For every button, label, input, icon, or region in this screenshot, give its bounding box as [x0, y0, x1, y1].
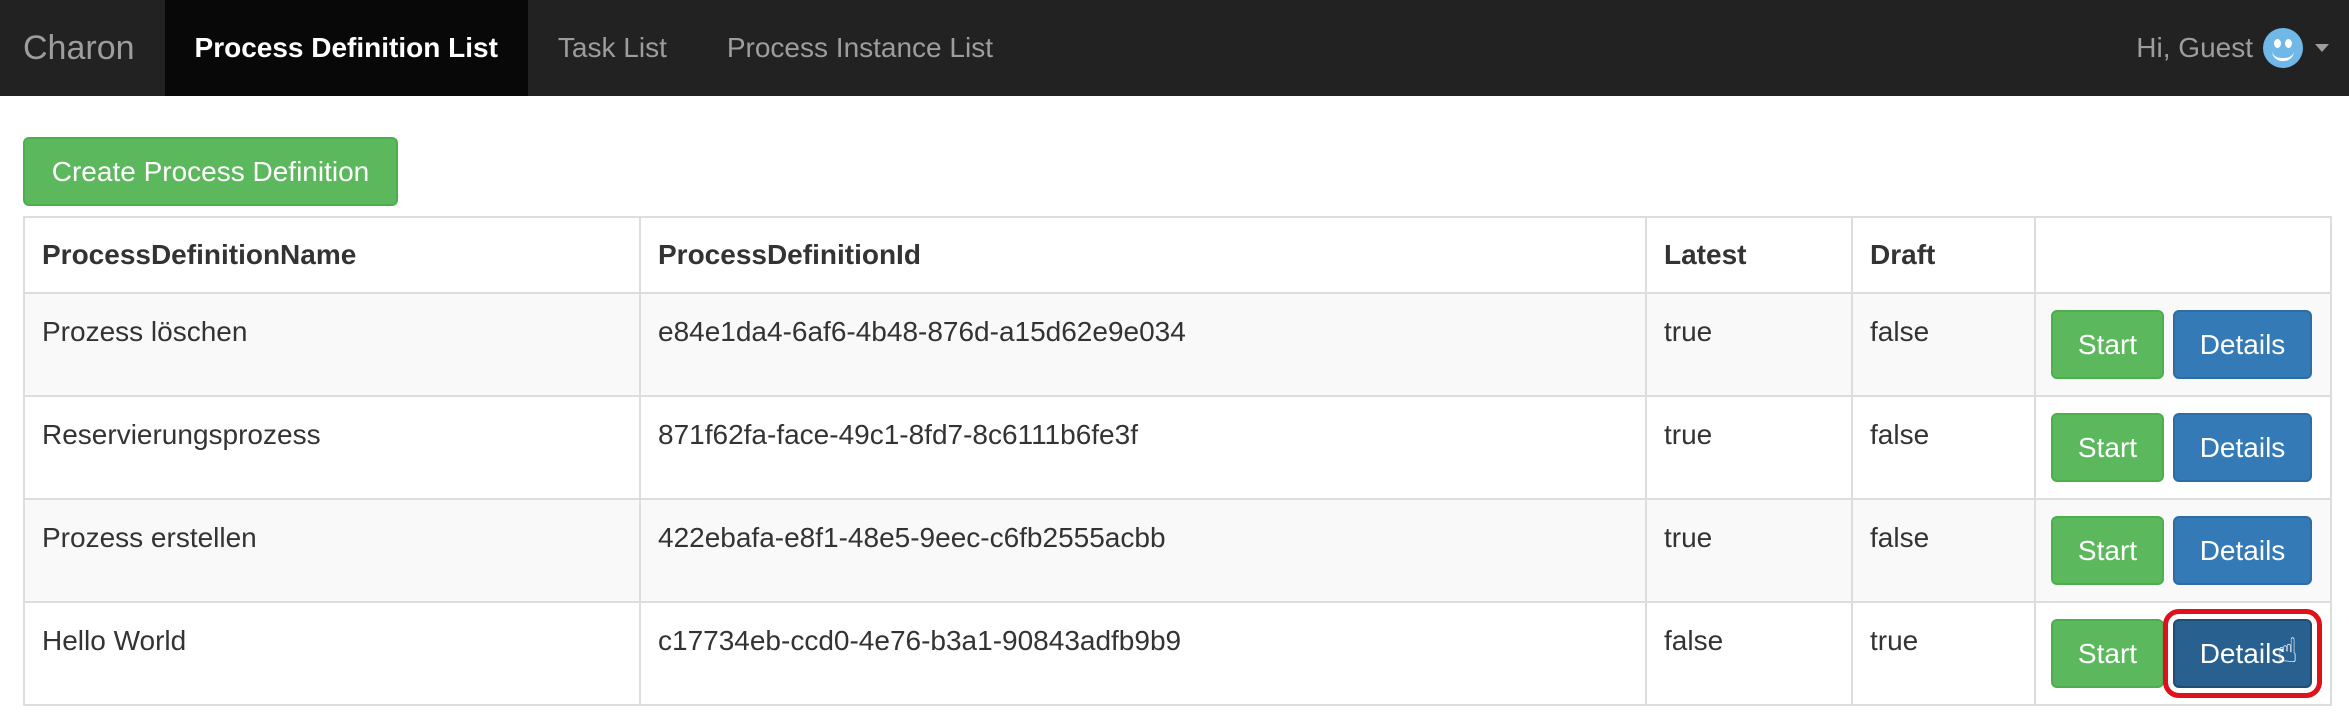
cell-name: Reservierungsprozess [23, 395, 641, 500]
cell-draft: false [1851, 395, 2036, 500]
cell-name: Hello World [23, 601, 641, 706]
start-button[interactable]: Start [2051, 413, 2164, 482]
cell-draft: false [1851, 498, 2036, 603]
details-button-highlighted[interactable]: Details ☝ [2163, 609, 2322, 698]
details-button[interactable]: Details [2173, 413, 2312, 482]
user-greeting: Hi, Guest [2136, 32, 2253, 63]
user-menu[interactable]: Hi, Guest [2136, 0, 2349, 96]
table-row: Prozess löschen e84e1da4-6af6-4b48-876d-… [23, 292, 2332, 397]
cell-latest: false [1645, 601, 1853, 706]
nav-item-process-instance-list[interactable]: Process Instance List [697, 0, 1023, 96]
table-row: Reservierungsprozess 871f62fa-face-49c1-… [23, 395, 2332, 500]
column-header-id: ProcessDefinitionId [639, 216, 1647, 294]
column-header-draft: Draft [1851, 216, 2036, 294]
cell-latest: true [1645, 395, 1853, 500]
cell-id: e84e1da4-6af6-4b48-876d-a15d62e9e034 [639, 292, 1647, 397]
cell-draft: true [1851, 601, 2036, 706]
cell-name: Prozess löschen [23, 292, 641, 397]
nav-item-process-definition-list[interactable]: Process Definition List [164, 0, 528, 96]
details-label: Details [2199, 637, 2286, 669]
table-row: Hello World c17734eb-ccd0-4e76-b3a1-9084… [23, 601, 2332, 706]
details-button[interactable]: Details [2173, 516, 2312, 585]
table-row: Prozess erstellen 422ebafa-e8f1-48e5-9ee… [23, 498, 2332, 603]
start-button[interactable]: Start [2051, 310, 2164, 379]
start-button[interactable]: Start [2051, 516, 2164, 585]
cell-latest: true [1645, 498, 1853, 603]
cell-name: Prozess erstellen [23, 498, 641, 603]
column-header-latest: Latest [1645, 216, 1853, 294]
chevron-down-icon [2315, 44, 2329, 52]
details-button[interactable]: Details [2173, 310, 2312, 379]
cell-actions: Start Details ☝ [2034, 601, 2332, 706]
top-navbar: Charon Process Definition List Task List… [0, 0, 2349, 96]
process-definition-table: ProcessDefinitionName ProcessDefinitionI… [23, 216, 2332, 706]
cell-actions: Start Details [2034, 498, 2332, 603]
cell-id: 422ebafa-e8f1-48e5-9eec-c6fb2555acbb [639, 498, 1647, 603]
cell-id: 871f62fa-face-49c1-8fd7-8c6111b6fe3f [639, 395, 1647, 500]
cell-actions: Start Details [2034, 395, 2332, 500]
smiley-avatar-icon [2263, 28, 2303, 68]
column-header-actions [2034, 216, 2332, 294]
cell-id: c17734eb-ccd0-4e76-b3a1-90843adfb9b9 [639, 601, 1647, 706]
table-header-row: ProcessDefinitionName ProcessDefinitionI… [23, 216, 2332, 294]
start-button[interactable]: Start [2051, 619, 2164, 688]
brand-logo[interactable]: Charon [0, 0, 165, 96]
create-process-definition-button[interactable]: Create Process Definition [23, 137, 398, 206]
column-header-name: ProcessDefinitionName [23, 216, 641, 294]
nav-item-task-list[interactable]: Task List [528, 0, 697, 96]
cell-draft: false [1851, 292, 2036, 397]
cell-latest: true [1645, 292, 1853, 397]
cell-actions: Start Details [2034, 292, 2332, 397]
